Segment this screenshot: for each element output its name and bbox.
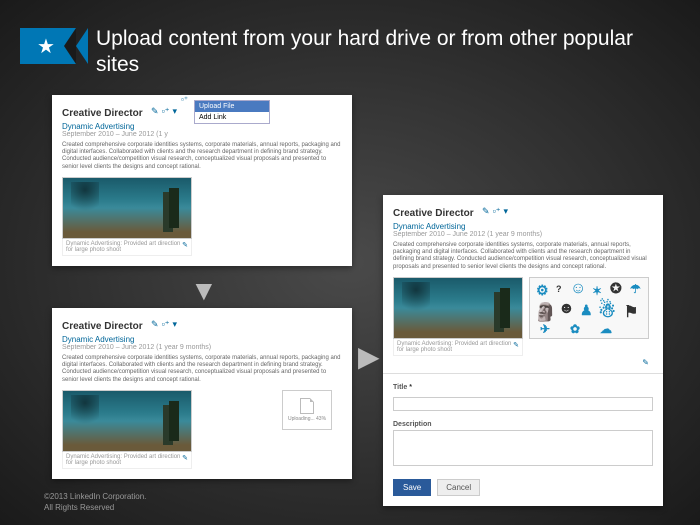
date-range: September 2010 – June 2012 (1 year 9 mon… xyxy=(393,231,653,238)
copyright-footer: ©2013 LinkedIn Corporation. All Rights R… xyxy=(44,492,146,513)
job-title: Creative Director xyxy=(393,208,474,219)
upload-progress: Uploading... 43% xyxy=(282,390,332,430)
save-button[interactable]: Save xyxy=(393,479,431,496)
profile-card-step1: Creative Director ✎ ▫⁺ ▾ Dynamic Adverti… xyxy=(52,95,352,266)
media-caption: Dynamic Advertising: Provided art direct… xyxy=(62,451,192,469)
title-label: Title * xyxy=(393,384,653,391)
media-thumbnail[interactable] xyxy=(393,277,523,339)
pencil-icon[interactable]: ✎ xyxy=(482,206,490,217)
dropdown-add-link[interactable]: Add Link xyxy=(195,112,269,123)
media-plus-icon: ▫⁺ xyxy=(181,95,188,104)
job-description: Created comprehensive corporate identiti… xyxy=(62,355,342,384)
add-media-icon[interactable]: ▫⁺ xyxy=(162,106,170,117)
pencil-icon[interactable]: ✎ xyxy=(513,341,519,353)
dropdown-caret-icon[interactable]: ▾ xyxy=(173,319,178,330)
media-thumbnail[interactable] xyxy=(62,390,192,452)
job-description: Created comprehensive corporate identiti… xyxy=(393,242,653,271)
arrow-right-icon: ▶ xyxy=(358,340,380,373)
pencil-icon[interactable]: ✎ xyxy=(151,319,159,330)
feature-ribbon: ★ xyxy=(20,28,76,64)
date-range: September 2010 – June 2012 (1 y xyxy=(62,131,342,138)
description-label: Description xyxy=(393,421,653,428)
dropdown-upload-file[interactable]: Upload File xyxy=(195,101,269,112)
title-input[interactable] xyxy=(393,397,653,411)
divider xyxy=(383,373,663,374)
uploaded-media-preview[interactable]: ⚙ ? ☺ ✶ ✪ ☂ 🗿 ☻ ♟ ☃ ⚑ ✈ ✿ ☁ xyxy=(529,277,649,339)
profile-card-step2: Creative Director ✎ ▫⁺ ▾ Dynamic Adverti… xyxy=(52,308,352,479)
add-media-icon[interactable]: ▫⁺ xyxy=(162,319,170,330)
media-caption: Dynamic Advertising: Provided art direct… xyxy=(393,338,523,356)
star-icon: ★ xyxy=(37,34,55,59)
upload-progress-label: Uploading... 43% xyxy=(288,416,326,422)
pencil-icon[interactable]: ✎ xyxy=(182,241,188,253)
job-description: Created comprehensive corporate identiti… xyxy=(62,142,342,171)
cancel-button[interactable]: Cancel xyxy=(437,479,480,496)
company-link[interactable]: Dynamic Advertising xyxy=(62,335,342,344)
document-icon xyxy=(300,398,314,414)
slide-headline: Upload content from your hard drive or f… xyxy=(96,26,660,79)
media-caption: Dynamic Advertising: Provided art direct… xyxy=(62,238,192,256)
job-title: Creative Director xyxy=(62,108,143,119)
profile-card-step3: Creative Director ✎ ▫⁺ ▾ Dynamic Adverti… xyxy=(383,195,663,506)
add-media-icon[interactable]: ▫⁺ xyxy=(493,206,501,217)
dropdown-caret-icon[interactable]: ▾ xyxy=(504,206,509,217)
job-title: Creative Director xyxy=(62,321,143,332)
company-link[interactable]: Dynamic Advertising xyxy=(393,222,653,231)
pencil-icon[interactable]: ✎ xyxy=(182,454,188,466)
date-range: September 2010 – June 2012 (1 year 9 mon… xyxy=(62,344,342,351)
description-textarea[interactable] xyxy=(393,430,653,466)
media-dropdown: ▫⁺ Upload File Add Link xyxy=(194,100,270,124)
pencil-icon[interactable]: ✎ xyxy=(642,358,649,367)
dropdown-caret-icon[interactable]: ▾ xyxy=(173,106,178,117)
media-thumbnail[interactable] xyxy=(62,177,192,239)
pencil-icon[interactable]: ✎ xyxy=(151,106,159,117)
arrow-down-icon: ▼ xyxy=(190,275,218,307)
